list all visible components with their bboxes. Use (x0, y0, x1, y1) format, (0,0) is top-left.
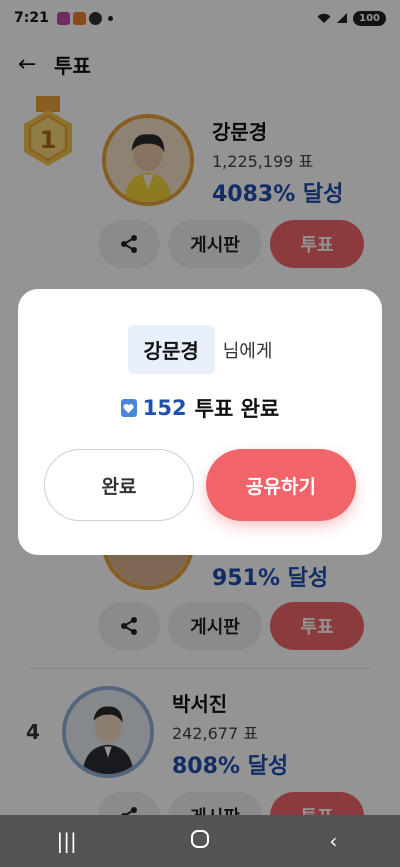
back-nav-icon[interactable]: ‹ (313, 829, 353, 853)
dialog-vote-complete-text: 투표 완료 (194, 397, 280, 421)
dialog-recipient-name: 강문경 (127, 325, 215, 374)
done-button[interactable]: 완료 (44, 449, 194, 521)
dialog-vote-count: 152 (142, 396, 187, 420)
recent-apps-icon[interactable]: ||| (47, 829, 87, 853)
home-icon[interactable] (180, 829, 220, 854)
system-nav-bar: ||| ‹ (0, 815, 400, 867)
heart-icon (120, 399, 137, 417)
vote-complete-dialog: 강문경 님에게 152 투표 완료 완료 공유하기 (18, 289, 382, 555)
dialog-recipient-row: 강문경 님에게 (18, 325, 382, 374)
share-dialog-button[interactable]: 공유하기 (206, 449, 356, 521)
dialog-vote-summary: 152 투표 완료 (18, 393, 382, 423)
dialog-buttons: 완료 공유하기 (44, 449, 356, 521)
dialog-recipient-suffix: 님에게 (222, 340, 273, 362)
